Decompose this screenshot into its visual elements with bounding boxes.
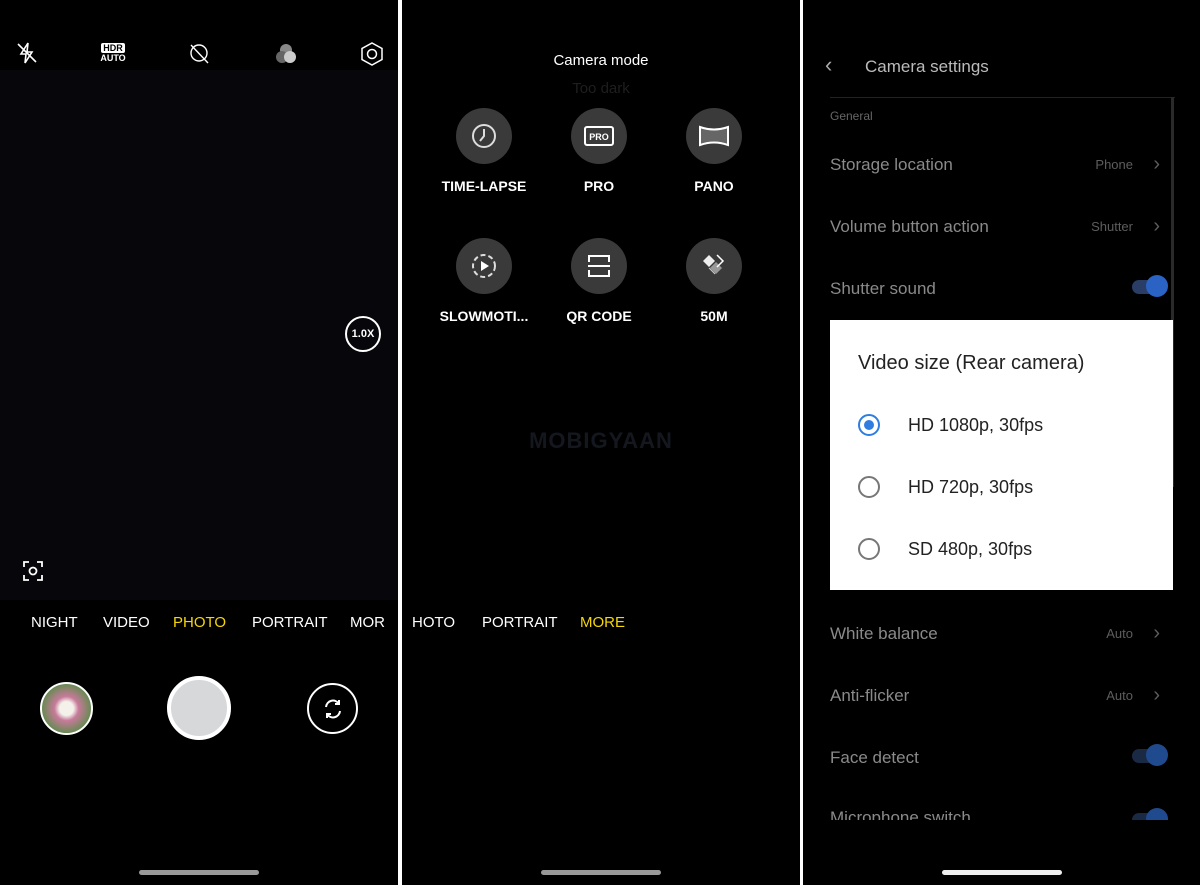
viewfinder[interactable] bbox=[0, 70, 398, 600]
section-general: General bbox=[830, 109, 873, 123]
settings-title: Camera settings bbox=[865, 57, 989, 76]
watermark-logo: MOBIGYAAN bbox=[529, 428, 673, 453]
option-1080p[interactable]: HD 1080p, 30fps bbox=[858, 412, 1043, 438]
focus-icon[interactable] bbox=[22, 560, 44, 582]
camera-settings-screen: ‹ Camera settings General Storage locati… bbox=[803, 0, 1200, 885]
panorama-icon bbox=[699, 125, 729, 147]
mode-qr-code[interactable]: QR CODE bbox=[544, 238, 654, 324]
mode-photo[interactable]: HOTO bbox=[412, 614, 455, 631]
shutter-sound-toggle[interactable] bbox=[1132, 275, 1168, 297]
radio[interactable] bbox=[858, 476, 880, 498]
mode-bar[interactable]: HOTO PORTRAIT MORE bbox=[402, 614, 800, 636]
mode-pano[interactable]: PANO bbox=[659, 108, 769, 194]
home-indicator[interactable] bbox=[541, 870, 661, 875]
back-button[interactable]: ‹ bbox=[825, 52, 832, 78]
storage-location-row[interactable]: Storage location Phone › bbox=[830, 153, 1160, 185]
mode-portrait[interactable]: PORTRAIT bbox=[252, 614, 328, 631]
home-indicator[interactable] bbox=[941, 870, 1062, 875]
mode-slowmotion[interactable]: SLOWMOTI... bbox=[429, 238, 539, 324]
mode-pro[interactable]: PRO PRO bbox=[544, 108, 654, 194]
camera-mode-screen: Camera mode Too dark TIME-LAPSE PRO PRO … bbox=[402, 0, 800, 885]
hint-text: Too dark bbox=[572, 80, 630, 97]
radio-selected[interactable] bbox=[858, 414, 880, 436]
zoom-button[interactable]: 1.0X bbox=[345, 316, 381, 352]
microphone-switch-row[interactable]: Microphone switch bbox=[830, 808, 1168, 820]
face-detect-row[interactable]: Face detect bbox=[830, 744, 1168, 778]
50m-icon bbox=[703, 254, 725, 275]
home-indicator[interactable] bbox=[139, 870, 259, 875]
switch-camera-icon bbox=[324, 699, 341, 718]
camera-viewfinder-screen: HDR AUTO 1.0X NIGHT VIDEO PHOTO PORTRAIT… bbox=[0, 0, 398, 885]
microphone-toggle[interactable] bbox=[1132, 808, 1168, 820]
chevron-right-icon: › bbox=[1153, 153, 1160, 175]
option-480p[interactable]: SD 480p, 30fps bbox=[858, 536, 1032, 562]
anti-flicker-row[interactable]: Anti-flicker Auto › bbox=[830, 684, 1160, 716]
dialog-title: Video size (Rear camera) bbox=[858, 352, 1085, 374]
mode-time-lapse[interactable]: TIME-LAPSE bbox=[429, 108, 539, 194]
mode-more[interactable]: MORE bbox=[580, 614, 625, 631]
chevron-right-icon: › bbox=[1153, 215, 1160, 237]
switch-camera-button[interactable] bbox=[307, 683, 358, 734]
shutter-sound-row[interactable]: Shutter sound bbox=[830, 275, 1168, 309]
qr-scan-icon bbox=[588, 255, 610, 277]
divider bbox=[830, 97, 1175, 98]
gallery-thumbnail[interactable] bbox=[40, 682, 93, 735]
filter-icon[interactable] bbox=[272, 40, 300, 68]
slow-motion-icon bbox=[472, 254, 496, 278]
mode-video[interactable]: VIDEO bbox=[103, 614, 150, 631]
chevron-right-icon: › bbox=[1153, 622, 1160, 644]
option-720p[interactable]: HD 720p, 30fps bbox=[858, 474, 1033, 500]
pro-icon: PRO bbox=[584, 126, 614, 146]
mode-more[interactable]: MOR bbox=[350, 614, 385, 631]
mode-photo[interactable]: PHOTO bbox=[173, 614, 226, 631]
chevron-right-icon: › bbox=[1153, 684, 1160, 706]
settings-icon[interactable] bbox=[358, 40, 386, 68]
hdr-auto-icon[interactable]: HDR AUTO bbox=[98, 40, 128, 66]
mode-night[interactable]: NIGHT bbox=[31, 614, 78, 631]
flash-off-icon[interactable] bbox=[14, 40, 40, 66]
radio[interactable] bbox=[858, 538, 880, 560]
mode-50m[interactable]: 50M bbox=[659, 238, 769, 324]
timelapse-icon bbox=[472, 124, 496, 148]
white-balance-row[interactable]: White balance Auto › bbox=[830, 622, 1160, 654]
volume-button-row[interactable]: Volume button action Shutter › bbox=[830, 215, 1160, 247]
mode-portrait[interactable]: PORTRAIT bbox=[482, 614, 558, 631]
shutter-button[interactable] bbox=[167, 676, 231, 740]
mode-bar[interactable]: NIGHT VIDEO PHOTO PORTRAIT MOR bbox=[0, 614, 398, 636]
mode-panel-title: Camera mode bbox=[553, 52, 649, 69]
ai-off-icon[interactable] bbox=[186, 40, 212, 66]
video-size-dialog: Video size (Rear camera) HD 1080p, 30fps… bbox=[830, 320, 1173, 590]
face-detect-toggle[interactable] bbox=[1132, 744, 1168, 766]
